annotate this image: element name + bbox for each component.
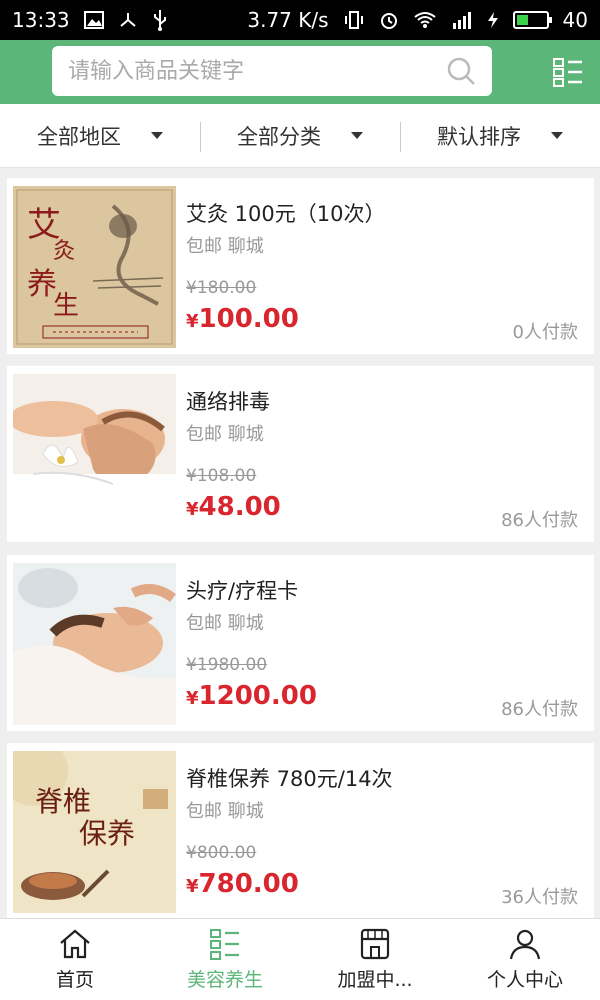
filter-category-label: 全部分类	[237, 124, 321, 149]
product-card[interactable]: 通络排毒 包邮 聊城 ¥108.00 ¥48.00 86人付款	[7, 366, 594, 542]
filter-category[interactable]: 全部分类	[200, 104, 400, 167]
product-title: 艾灸 100元（10次）	[186, 202, 386, 226]
sale-price: ¥1200.00	[186, 681, 317, 711]
original-price: ¥800.00	[186, 843, 257, 863]
caret-down-icon	[151, 132, 163, 139]
status-time: 13:33	[12, 8, 70, 32]
filter-sort[interactable]: 默认排序	[400, 104, 600, 167]
filter-sort-label: 默认排序	[437, 124, 521, 149]
header	[0, 40, 600, 104]
alarm-icon	[379, 10, 399, 30]
filter-region-label: 全部地区	[37, 124, 121, 149]
product-title: 脊椎保养 780元/14次	[186, 767, 393, 791]
list-icon	[210, 929, 239, 960]
product-image-moxibustion: 艾 灸 养 生	[13, 186, 176, 348]
tab-franchise[interactable]: 加盟中...	[300, 919, 450, 1000]
paid-count: 86人付款	[501, 510, 578, 531]
product-title: 头疗/疗程卡	[186, 579, 299, 603]
sale-price: ¥48.00	[186, 492, 281, 522]
sale-price: ¥780.00	[186, 869, 299, 899]
tab-profile[interactable]: 个人中心	[450, 919, 600, 1000]
product-shipping: 包邮 聊城	[186, 801, 264, 822]
filter-region[interactable]: 全部地区	[0, 104, 200, 167]
original-price: ¥180.00	[186, 278, 257, 298]
product-card[interactable]: 头疗/疗程卡 包邮 聊城 ¥1980.00 ¥1200.00 86人付款	[7, 555, 594, 731]
vibrate-icon	[343, 10, 365, 30]
paid-count: 86人付款	[501, 699, 578, 720]
original-price: ¥108.00	[186, 466, 257, 486]
svg-text:脊椎: 脊椎	[35, 785, 91, 818]
tab-home[interactable]: 首页	[0, 919, 150, 1000]
sale-price: ¥100.00	[186, 304, 299, 334]
search-input[interactable]	[68, 58, 446, 84]
category-menu-icon[interactable]	[552, 56, 584, 88]
person-icon	[509, 929, 541, 960]
caret-down-icon	[551, 132, 563, 139]
tab-profile-label: 个人中心	[486, 969, 563, 991]
product-shipping: 包邮 聊城	[186, 236, 264, 257]
svg-text:生: 生	[53, 291, 79, 321]
share-icon	[118, 10, 138, 30]
product-shipping: 包邮 聊城	[186, 613, 264, 634]
charging-icon	[487, 11, 499, 29]
paid-count: 36人付款	[501, 887, 578, 908]
svg-text:灸: 灸	[53, 239, 75, 264]
tab-beauty-health-label: 美容养生	[186, 969, 263, 991]
product-image-spa	[13, 374, 176, 536]
svg-text:保养: 保养	[79, 817, 135, 850]
signal-icon	[451, 11, 473, 29]
product-card[interactable]: 脊椎 保养 脊椎保养 780元/14次 包邮 聊城 ¥800.00 ¥780.0…	[7, 743, 594, 918]
product-image-spine-care: 脊椎 保养	[13, 751, 176, 913]
filter-bar: 全部地区 全部分类 默认排序	[0, 104, 600, 168]
tab-beauty-health[interactable]: 美容养生	[150, 919, 300, 1000]
search-icon[interactable]	[446, 56, 476, 86]
bottom-tab-bar: 首页 美容养生 加盟中... 个人中心	[0, 918, 600, 1000]
original-price: ¥1980.00	[186, 655, 268, 675]
usb-icon	[152, 9, 168, 31]
product-image-head-massage	[13, 563, 176, 725]
caret-down-icon	[351, 132, 363, 139]
product-list: 艾 灸 养 生 艾灸 100元（10次） 包邮 聊城 ¥180.00 ¥100.…	[0, 168, 600, 918]
search-box[interactable]	[52, 46, 492, 96]
paid-count: 0人付款	[512, 322, 578, 343]
image-icon	[83, 11, 104, 29]
battery-icon	[512, 11, 552, 29]
store-icon	[360, 928, 390, 960]
status-bar: 13:33 3.77 K/s 40	[0, 0, 600, 40]
network-speed: 3.77 K/s	[247, 8, 329, 32]
product-title: 通络排毒	[186, 390, 270, 414]
battery-level: 40	[562, 8, 588, 32]
tab-home-label: 首页	[55, 969, 94, 991]
tab-franchise-label: 加盟中...	[337, 969, 413, 991]
product-shipping: 包邮 聊城	[186, 424, 264, 445]
wifi-icon	[413, 11, 437, 29]
product-card[interactable]: 艾 灸 养 生 艾灸 100元（10次） 包邮 聊城 ¥180.00 ¥100.…	[7, 178, 594, 354]
home-icon	[60, 929, 90, 959]
